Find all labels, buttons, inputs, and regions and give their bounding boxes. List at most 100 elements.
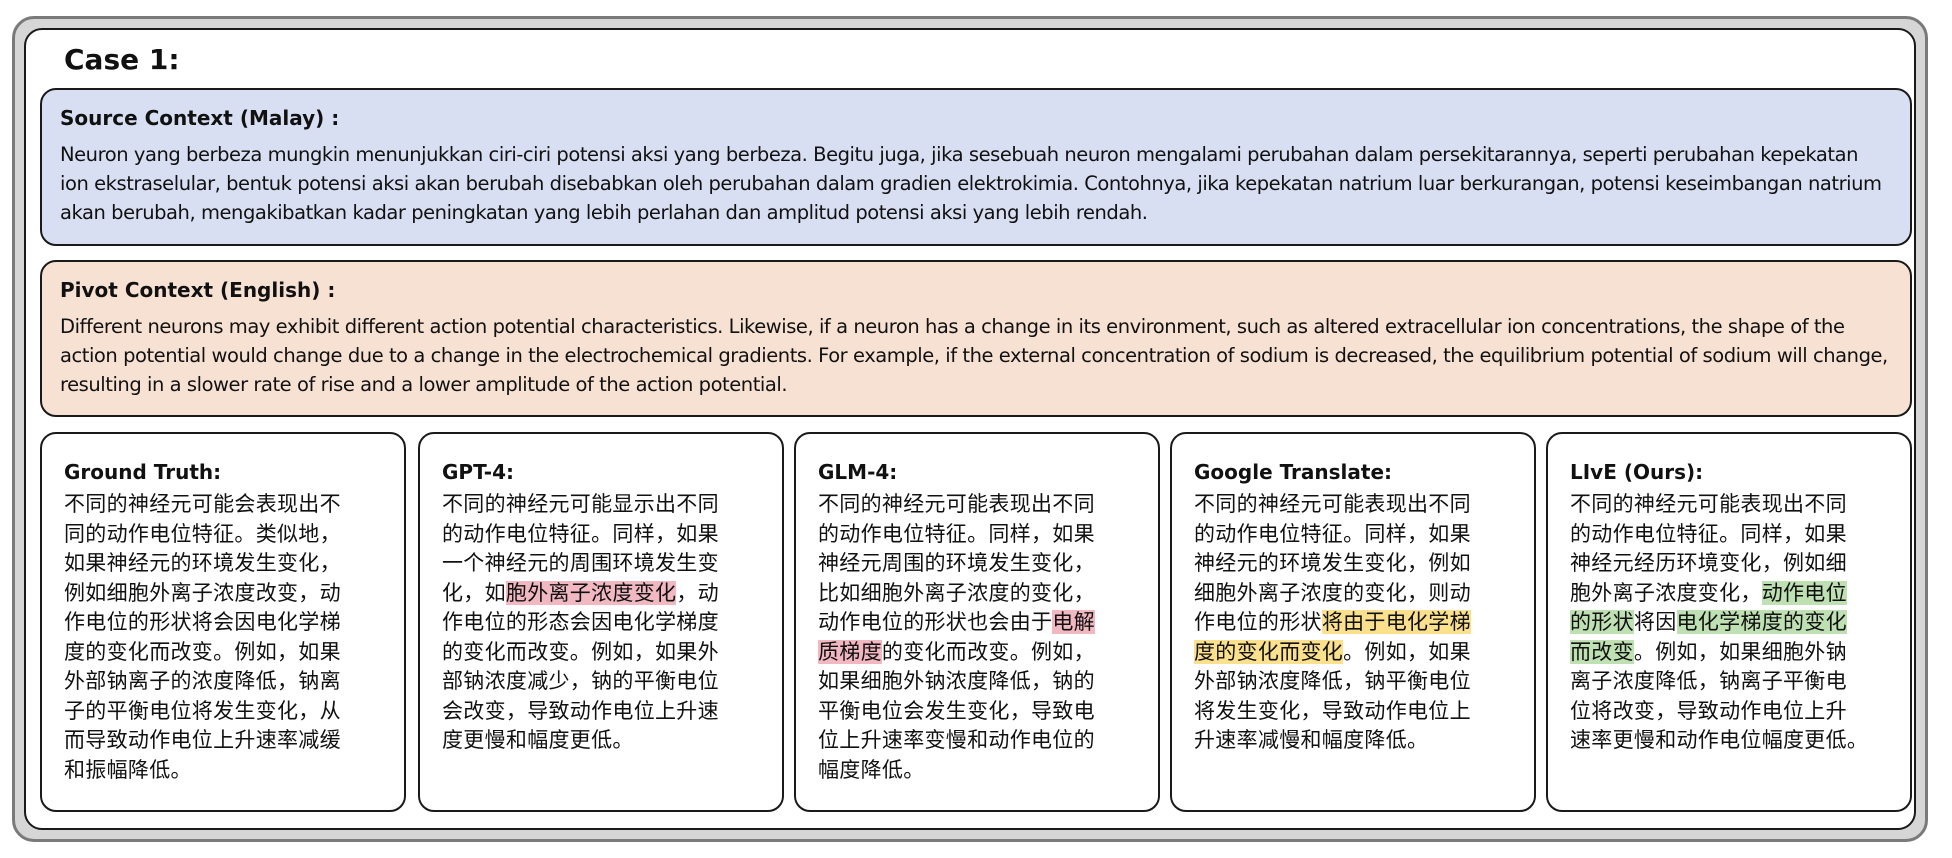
text-segment: 的动作电位特征。同样，如果 [818, 521, 1095, 546]
source-context-label: Source Context (Malay) : [60, 106, 340, 130]
translation-line: 将发生变化，导致动作电位上 [1194, 697, 1514, 727]
translation-line: 和振幅降低。 [64, 756, 384, 786]
card-label: LIvE (Ours): [1570, 460, 1704, 484]
translation-line: 胞外离子浓度变化，动作电位 [1570, 579, 1890, 609]
text-segment: 的动作电位特征。同样，如果 [1194, 521, 1471, 546]
translation-line: 的动作电位特征。同样，如果 [442, 520, 762, 550]
card-label: Ground Truth: [64, 460, 222, 484]
translation-line: 动作电位的形状也会由于电解 [818, 608, 1138, 638]
translation-line: 度的变化而改变。例如，如果 [64, 638, 384, 668]
text-segment: 作电位的形状将会因电化学梯 [64, 610, 341, 634]
translation-text: 不同的神经元可能表现出不同 的动作电位特征。同样，如果 神经元周围的环境发生变化， 比… [818, 490, 1138, 785]
translation-line: 作电位的形状将会因电化学梯 [64, 608, 384, 638]
translation-line: 的变化而改变。例如，如果外 [442, 638, 762, 668]
translation-line: 一个神经元的周围环境发生变 [442, 549, 762, 579]
translation-line: 升速率减慢和幅度降低。 [1194, 726, 1514, 756]
translation-line: 作电位的形状将由于电化学梯 [1194, 608, 1514, 638]
text-segment: 不同的神经元可能表现出不同 [1570, 492, 1847, 516]
source-context-box: Source Context (Malay) : Neuron yang ber… [40, 88, 1912, 246]
translation-line: 外部钠离子的浓度降低，钠离 [64, 667, 384, 697]
error-highlight: 质梯度 [818, 639, 882, 664]
text-segment: 。例如，如果 [1343, 639, 1471, 664]
translation-line: 子的平衡电位将发生变化，从 [64, 697, 384, 727]
translation-line: 位将改变，导致动作电位上升 [1570, 697, 1890, 727]
translation-text: 不同的神经元可能会表现出不同的动作电位特征。类似地， 如果神经元的环境发生变化， 例… [64, 490, 384, 785]
card-glm4: GLM-4: 不同的神经元可能表现出不同 的动作电位特征。同样，如果 神经元周围的环… [794, 432, 1160, 812]
text-segment: 神经元经历环境变化，例如细 [1570, 551, 1847, 575]
translation-line: 质梯度的变化而改变。例如， [818, 638, 1138, 668]
text-segment: 作电位的形状 [1194, 610, 1322, 634]
translation-line: 的形状将因电化学梯度的变化 [1570, 608, 1890, 638]
translation-line: 作电位的形态会因电化学梯度 [442, 608, 762, 638]
translation-line: 不同的神经元可能显示出不同 [442, 490, 762, 520]
text-segment: 神经元周围的环境发生变化， [818, 551, 1095, 575]
translation-line: 而导致动作电位上升速率减缓 [64, 726, 384, 756]
translation-line: 不同的神经元可能表现出不同 [818, 490, 1138, 520]
translation-line: 同的动作电位特征。类似地， [64, 520, 384, 550]
source-context-text: Neuron yang berbeza mungkin menunjukkan … [60, 143, 1882, 224]
translation-line: 度更慢和幅度更低。 [442, 726, 762, 756]
translation-line: 的动作电位特征。同样，如果 [1194, 520, 1514, 550]
translation-line: 不同的神经元可能表现出不同 [1570, 490, 1890, 520]
text-segment: 比如细胞外离子浓度的变化， [818, 580, 1095, 605]
text-segment: 幅度降低。 [818, 757, 925, 782]
translation-line: 离子浓度降低，钠离子平衡电 [1570, 667, 1890, 697]
translation-line: 如果细胞外钠浓度降低，钠的 [818, 667, 1138, 697]
partial-highlight: 将由于电化学梯 [1321, 610, 1471, 634]
translation-line: 外部钠浓度降低，钠平衡电位 [1194, 667, 1514, 697]
pivot-context-label: Pivot Context (English) : [60, 278, 336, 302]
text-segment: ，动 [676, 580, 719, 605]
translation-line: 幅度降低。 [818, 756, 1138, 786]
pivot-context-box: Pivot Context (English) : Different neur… [40, 260, 1912, 417]
text-segment: 位上升速率变慢和动作电位的 [818, 728, 1095, 752]
text-segment: 将发生变化，导致动作电位上 [1194, 698, 1471, 723]
card-google-translate: Google Translate: 不同的神经元可能表现出不同 的动作电位特征。同… [1170, 432, 1536, 812]
correct-highlight: 动作电位 [1761, 580, 1847, 605]
pivot-context-text: Different neurons may exhibit different … [60, 315, 1888, 396]
text-segment: 动作电位的形状也会由于 [818, 610, 1053, 634]
translation-line: 不同的神经元可能表现出不同 [1194, 490, 1514, 520]
translation-line: 神经元周围的环境发生变化， [818, 549, 1138, 579]
translation-line: 化，如胞外离子浓度变化，动 [442, 579, 762, 609]
translation-line: 如果神经元的环境发生变化， [64, 549, 384, 579]
text-segment: 度的变化而改变。例如，如果 [64, 639, 341, 664]
translation-line: 部钠浓度减少，钠的平衡电位 [442, 667, 762, 697]
text-segment: 一个神经元的周围环境发生变 [442, 551, 719, 575]
text-segment: 外部钠浓度降低，钠平衡电位 [1194, 669, 1471, 693]
text-segment: 而导致动作电位上升速率减缓 [64, 728, 341, 752]
text-segment: 的动作电位特征。同样，如果 [442, 521, 719, 546]
translation-line: 会改变，导致动作电位上升速 [442, 697, 762, 727]
card-label: GLM-4: [818, 460, 898, 484]
translation-line: 神经元经历环境变化，例如细 [1570, 549, 1890, 579]
case-title: Case 1: [64, 43, 180, 76]
text-segment: 不同的神经元可能会表现出不 [64, 492, 341, 516]
text-segment: 速率更慢和动作电位幅度更低。 [1570, 728, 1869, 752]
error-highlight: 胞外离子浓度变化 [505, 580, 677, 605]
correct-highlight: 的形状 [1570, 610, 1634, 634]
text-segment: 化，如 [442, 580, 506, 605]
translation-line: 比如细胞外离子浓度的变化， [818, 579, 1138, 609]
card-label: GPT-4: [442, 460, 514, 484]
text-segment: 外部钠离子的浓度降低，钠离 [64, 669, 341, 693]
card-live-ours: LIvE (Ours): 不同的神经元可能表现出不同的动作电位特征。同样，如果神… [1546, 432, 1912, 812]
text-segment: 将因 [1633, 610, 1677, 634]
translation-line: 的动作电位特征。同样，如果 [1570, 520, 1890, 550]
text-segment: 胞外离子浓度变化， [1570, 580, 1762, 605]
card-ground-truth: Ground Truth: 不同的神经元可能会表现出不同的动作电位特征。类似地，… [40, 432, 406, 812]
partial-highlight: 度的变化而变化 [1194, 639, 1344, 664]
text-segment: 。例如，如果细胞外钠 [1633, 639, 1847, 664]
card-label: Google Translate: [1194, 460, 1393, 484]
text-segment: 和振幅降低。 [64, 757, 192, 782]
error-highlight: 电解 [1052, 610, 1095, 634]
text-segment: 例如细胞外离子浓度改变，动 [64, 580, 341, 605]
translation-text: 不同的神经元可能显示出不同 的动作电位特征。同样，如果 一个神经元的周围环境发生变化… [442, 490, 762, 756]
text-segment: 不同的神经元可能表现出不同 [818, 492, 1095, 516]
translation-text: 不同的神经元可能表现出不同 的动作电位特征。同样，如果 神经元的环境发生变化，例如细… [1194, 490, 1514, 756]
text-segment: 位将改变，导致动作电位上升 [1570, 698, 1847, 723]
translation-line: 例如细胞外离子浓度改变，动 [64, 579, 384, 609]
text-segment: 度更慢和幅度更低。 [442, 728, 634, 752]
translation-line: 速率更慢和动作电位幅度更低。 [1570, 726, 1890, 756]
text-segment: 平衡电位会发生变化，导致电 [818, 698, 1095, 723]
text-segment: 不同的神经元可能表现出不同 [1194, 492, 1471, 516]
translation-line: 神经元的环境发生变化，例如 [1194, 549, 1514, 579]
